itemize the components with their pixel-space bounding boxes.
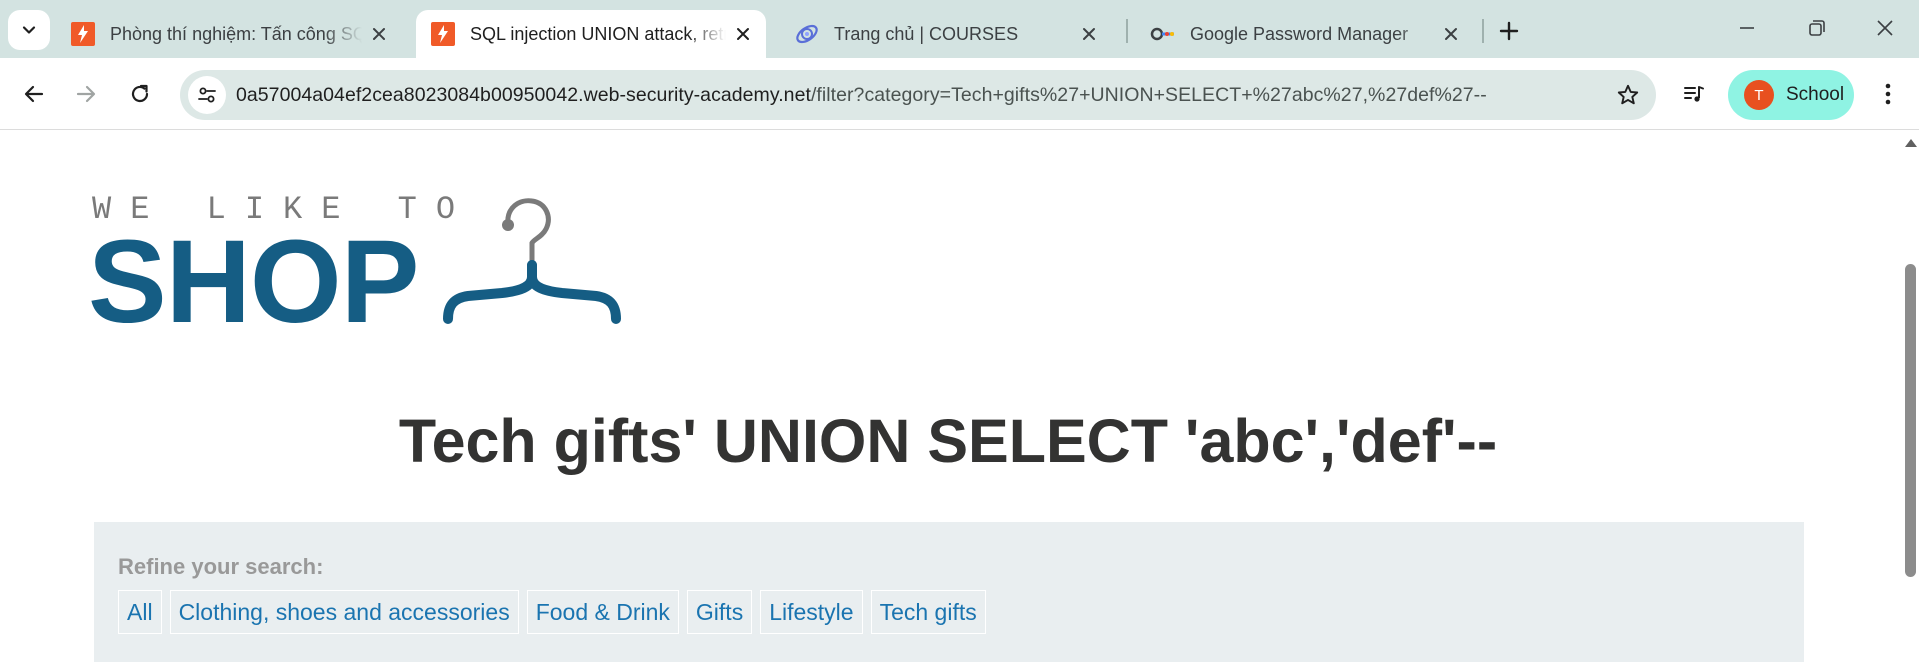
reload-icon xyxy=(131,84,149,103)
tab-courses[interactable]: Trang chủ | COURSES xyxy=(780,10,1112,58)
tune-icon xyxy=(198,87,216,103)
portswigger-icon xyxy=(70,21,96,47)
key-icon xyxy=(1150,21,1176,47)
filter-clothing[interactable]: Clothing, shoes and accessories xyxy=(169,590,519,634)
media-controls-button[interactable] xyxy=(1672,74,1716,114)
close-icon[interactable] xyxy=(726,17,760,51)
address-bar[interactable]: 0a57004a04ef2cea8023084b00950042.web-sec… xyxy=(180,70,1656,120)
logo-wordmark: SHOP xyxy=(88,216,419,348)
hanger-icon xyxy=(443,198,621,324)
courses-icon xyxy=(794,21,820,47)
tab-separator xyxy=(1126,19,1128,43)
refine-label: Refine your search: xyxy=(118,554,324,579)
arrow-right-icon xyxy=(76,85,96,103)
minimize-icon xyxy=(1740,27,1754,29)
url-host: 0a57004a04ef2cea8023084b00950042.web-sec… xyxy=(236,84,811,106)
tab-title: Phòng thí nghiệm: Tấn công SQL injection xyxy=(110,23,362,44)
chevron-down-icon xyxy=(22,26,36,34)
site-info-button[interactable] xyxy=(188,76,226,114)
close-icon[interactable] xyxy=(1434,17,1468,51)
page-content: WE LIKE TO SHOP Tech gifts' UNION SELECT… xyxy=(0,131,1902,662)
tab-search-button[interactable] xyxy=(8,10,50,50)
scrollbar-thumb[interactable] xyxy=(1905,264,1916,577)
profile-name: School xyxy=(1786,84,1845,105)
browser-menu-button[interactable] xyxy=(1868,74,1908,114)
close-icon[interactable] xyxy=(362,17,396,51)
restore-icon xyxy=(1809,20,1825,36)
vertical-scrollbar[interactable] xyxy=(1902,131,1919,662)
url-text[interactable]: 0a57004a04ef2cea8023084b00950042.web-sec… xyxy=(236,84,1487,107)
browser-toolbar: 0a57004a04ef2cea8023084b00950042.web-sec… xyxy=(0,58,1919,130)
tab-title: Trang chủ | COURSES xyxy=(834,23,1019,44)
tab-lab-sql-injection[interactable]: Phòng thí nghiệm: Tấn công SQL injection xyxy=(56,10,402,58)
forward-button[interactable] xyxy=(64,72,108,116)
category-filters: All Clothing, shoes and accessories Food… xyxy=(118,590,994,634)
window-close-button[interactable] xyxy=(1860,8,1910,48)
tab-title: SQL injection UNION attack, retrieving d… xyxy=(470,23,726,44)
new-tab-button[interactable] xyxy=(1490,12,1528,50)
arrow-left-icon xyxy=(24,85,44,103)
profile-button[interactable]: T School xyxy=(1728,70,1854,120)
portswigger-icon xyxy=(430,21,456,47)
filter-gifts[interactable]: Gifts xyxy=(686,590,753,634)
tab-password-manager[interactable]: Google Password Manager xyxy=(1136,10,1474,58)
filter-all[interactable]: All xyxy=(118,590,162,634)
close-icon xyxy=(1877,20,1893,36)
tab-title: Google Password Manager xyxy=(1190,23,1409,44)
playlist-music-icon xyxy=(1684,86,1704,102)
more-vert-icon xyxy=(1885,83,1891,105)
filter-lifestyle[interactable]: Lifestyle xyxy=(760,590,863,634)
filter-food-drink[interactable]: Food & Drink xyxy=(526,590,679,634)
restore-button[interactable] xyxy=(1792,8,1842,48)
reload-button[interactable] xyxy=(118,72,162,116)
filter-panel: Refine your search: All Clothing, shoes … xyxy=(94,522,1804,662)
bookmark-star-icon[interactable] xyxy=(1614,81,1642,109)
tab-strip: Phòng thí nghiệm: Tấn công SQL injection… xyxy=(0,0,1919,58)
plus-icon xyxy=(1499,21,1519,41)
url-path: /filter?category=Tech+gifts%27+UNION+SEL… xyxy=(810,84,1487,106)
avatar: T xyxy=(1744,80,1774,110)
tab-union-attack[interactable]: SQL injection UNION attack, retrieving d… xyxy=(416,10,766,58)
minimize-button[interactable] xyxy=(1722,8,1772,48)
close-icon[interactable] xyxy=(1072,17,1106,51)
page-title: Tech gifts' UNION SELECT 'abc','def'-- xyxy=(398,407,1498,475)
filter-tech-gifts[interactable]: Tech gifts xyxy=(870,590,986,634)
tab-separator xyxy=(1482,19,1484,43)
back-button[interactable] xyxy=(12,72,56,116)
scroll-up-arrow-icon[interactable] xyxy=(1905,139,1917,147)
